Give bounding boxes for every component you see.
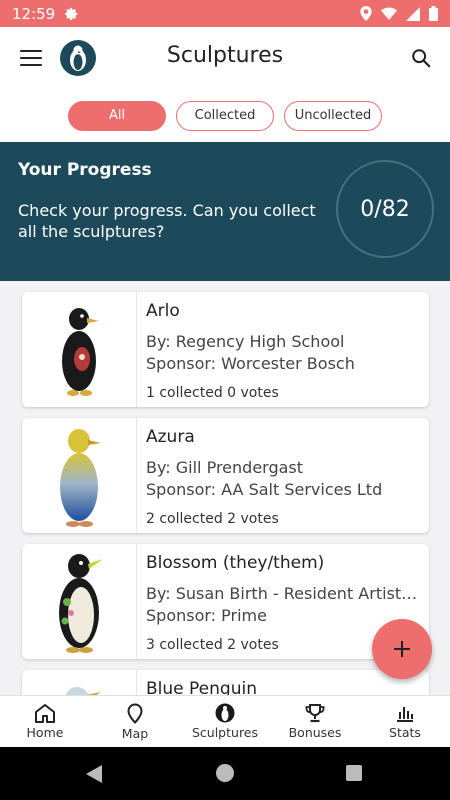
search-icon[interactable] bbox=[410, 47, 432, 69]
sculpture-name: Azura bbox=[146, 427, 195, 447]
page-title: Sculptures bbox=[166, 43, 284, 68]
sculpture-card-arlo[interactable]: Arlo By: Regency High School Sponsor: Wo… bbox=[22, 292, 429, 407]
map-pin-icon bbox=[127, 703, 143, 724]
sculpture-stats: 1 collected 0 votes bbox=[146, 385, 279, 401]
system-nav-bar bbox=[0, 747, 450, 800]
filter-bar: All Collected Uncollected bbox=[0, 89, 450, 142]
nav-bonuses-label: Bonuses bbox=[288, 725, 342, 740]
sculpture-name: Arlo bbox=[146, 301, 180, 321]
sculpture-stats: 3 collected 2 votes bbox=[146, 637, 279, 653]
nav-sculptures-label: Sculptures bbox=[191, 725, 259, 740]
sculpture-card-blossom[interactable]: Blossom (they/them) By: Susan Birth - Re… bbox=[22, 544, 429, 659]
sculpture-artist: By: Gill Prendergast bbox=[146, 458, 304, 477]
status-time: 12:59 bbox=[12, 4, 56, 23]
nav-home-label: Home bbox=[26, 725, 64, 740]
nav-home[interactable]: Home bbox=[0, 696, 90, 747]
progress-count: 0/82 bbox=[336, 160, 434, 258]
nav-map-label: Map bbox=[121, 726, 149, 741]
add-button[interactable] bbox=[372, 619, 432, 679]
bottom-nav: Home Map Sculptures Bonuses Stats bbox=[0, 695, 450, 747]
gear-icon bbox=[65, 7, 78, 20]
sculpture-sponsor: Sponsor: AA Salt Services Ltd bbox=[146, 480, 383, 499]
sculpture-artist: By: Susan Birth - Resident Artist at War… bbox=[146, 584, 422, 603]
battery-icon bbox=[429, 6, 438, 21]
sculpture-card-azura[interactable]: Azura By: Gill Prendergast Sponsor: AA S… bbox=[22, 418, 429, 533]
sculpture-sponsor: Sponsor: Worcester Bosch bbox=[146, 354, 355, 373]
filter-uncollected-chip[interactable]: Uncollected bbox=[284, 100, 382, 131]
recents-icon[interactable] bbox=[346, 765, 362, 781]
nav-sculptures[interactable]: Sculptures bbox=[180, 696, 270, 747]
sculpture-image bbox=[22, 670, 137, 695]
sculpture-name: Blossom (they/them) bbox=[146, 553, 325, 573]
wifi-icon bbox=[381, 7, 397, 20]
penguin-icon bbox=[215, 703, 235, 723]
signal-icon bbox=[406, 6, 420, 21]
plus-icon bbox=[394, 641, 410, 657]
home-circle-icon[interactable] bbox=[216, 764, 234, 782]
back-icon[interactable] bbox=[86, 765, 102, 783]
progress-panel: Your Progress Check your progress. Can y… bbox=[0, 142, 450, 281]
progress-title: Your Progress bbox=[18, 160, 152, 180]
sculpture-artist: By: Regency High School bbox=[146, 332, 345, 351]
sculpture-image bbox=[22, 544, 137, 659]
home-icon bbox=[35, 704, 55, 723]
location-icon bbox=[360, 6, 372, 21]
nav-bonuses[interactable]: Bonuses bbox=[270, 696, 360, 747]
nav-map[interactable]: Map bbox=[90, 696, 180, 747]
sculpture-sponsor: Sponsor: Prime bbox=[146, 606, 267, 625]
sculpture-image bbox=[22, 418, 137, 533]
progress-description: Check your progress. Can you collect all… bbox=[18, 201, 316, 241]
app-bar: Sculptures bbox=[0, 27, 450, 89]
sculpture-stats: 2 collected 2 votes bbox=[146, 511, 279, 527]
sculpture-name: Blue Penguin bbox=[146, 679, 257, 695]
trophy-icon bbox=[305, 704, 325, 723]
sculpture-card-blue-penguin[interactable]: Blue Penguin bbox=[22, 670, 429, 695]
filter-collected-chip[interactable]: Collected bbox=[176, 100, 274, 131]
status-bar: 12:59 bbox=[0, 0, 450, 27]
bar-chart-icon bbox=[397, 707, 413, 722]
sculpture-image bbox=[22, 292, 137, 407]
nav-stats-label: Stats bbox=[389, 725, 421, 740]
nav-stats[interactable]: Stats bbox=[360, 696, 450, 747]
filter-all-chip[interactable]: All bbox=[68, 100, 166, 131]
